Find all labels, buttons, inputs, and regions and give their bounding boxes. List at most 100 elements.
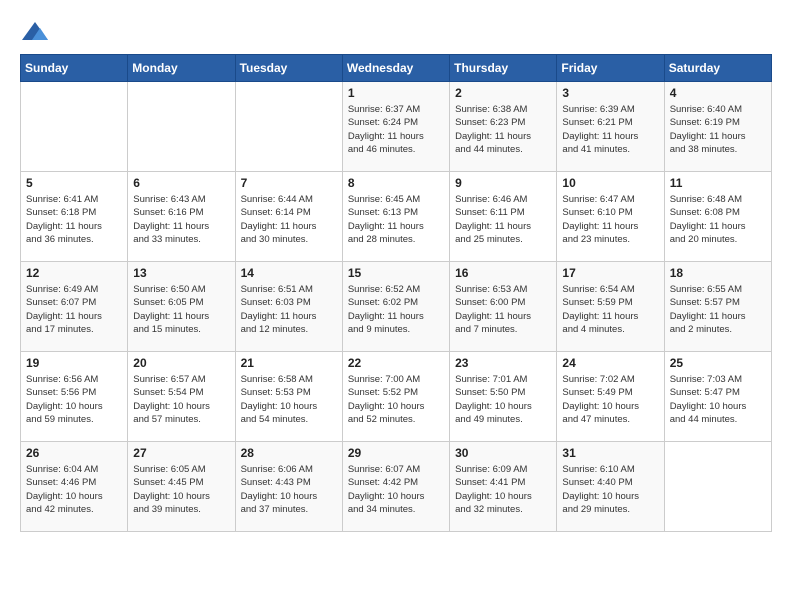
calendar-cell: 23 Sunrise: 7:01 AM Sunset: 5:50 PM Dayli… [450, 352, 557, 442]
day-info: Sunrise: 6:47 AM Sunset: 6:10 PM Dayligh… [562, 193, 658, 246]
logo [20, 20, 54, 44]
day-info: Sunrise: 6:07 AM Sunset: 4:42 PM Dayligh… [348, 463, 444, 516]
calendar-cell: 10 Sunrise: 6:47 AM Sunset: 6:10 PM Dayli… [557, 172, 664, 262]
day-info: Sunrise: 6:38 AM Sunset: 6:23 PM Dayligh… [455, 103, 551, 156]
day-info: Sunrise: 6:49 AM Sunset: 6:07 PM Dayligh… [26, 283, 122, 336]
col-header-wednesday: Wednesday [342, 55, 449, 82]
calendar-cell: 27Sunrise: 6:05 AM Sunset: 4:45 PM Dayli… [128, 442, 235, 532]
calendar-header-row: SundayMondayTuesdayWednesdayThursdayFrid… [21, 55, 772, 82]
day-number: 23 [455, 356, 551, 370]
day-info: Sunrise: 6:10 AM Sunset: 4:40 PM Dayligh… [562, 463, 658, 516]
calendar-cell: 16 Sunrise: 6:53 AM Sunset: 6:00 PM Dayli… [450, 262, 557, 352]
day-info: Sunrise: 6:57 AM Sunset: 5:54 PM Dayligh… [133, 373, 229, 426]
day-info: Sunrise: 6:45 AM Sunset: 6:13 PM Dayligh… [348, 193, 444, 246]
day-info: Sunrise: 7:03 AM Sunset: 5:47 PM Dayligh… [670, 373, 766, 426]
calendar-cell: 22 Sunrise: 7:00 AM Sunset: 5:52 PM Dayli… [342, 352, 449, 442]
calendar-week-2: 12 Sunrise: 6:49 AM Sunset: 6:07 PM Dayli… [21, 262, 772, 352]
calendar-cell [235, 82, 342, 172]
col-header-friday: Friday [557, 55, 664, 82]
calendar-cell: 4 Sunrise: 6:40 AM Sunset: 6:19 PM Daylig… [664, 82, 771, 172]
day-info: Sunrise: 6:04 AM Sunset: 4:46 PM Dayligh… [26, 463, 122, 516]
day-number: 4 [670, 86, 766, 100]
day-number: 13 [133, 266, 229, 280]
day-number: 29 [348, 446, 444, 460]
day-info: Sunrise: 6:40 AM Sunset: 6:19 PM Dayligh… [670, 103, 766, 156]
day-info: Sunrise: 6:37 AM Sunset: 6:24 PM Dayligh… [348, 103, 444, 156]
day-number: 27 [133, 446, 229, 460]
day-number: 21 [241, 356, 337, 370]
day-info: Sunrise: 6:56 AM Sunset: 5:56 PM Dayligh… [26, 373, 122, 426]
calendar-cell [21, 82, 128, 172]
calendar-cell: 6Sunrise: 6:43 AM Sunset: 6:16 PM Daylig… [128, 172, 235, 262]
day-info: Sunrise: 7:01 AM Sunset: 5:50 PM Dayligh… [455, 373, 551, 426]
col-header-saturday: Saturday [664, 55, 771, 82]
day-number: 2 [455, 86, 551, 100]
calendar-cell: 28Sunrise: 6:06 AM Sunset: 4:43 PM Dayli… [235, 442, 342, 532]
day-number: 7 [241, 176, 337, 190]
col-header-thursday: Thursday [450, 55, 557, 82]
day-number: 26 [26, 446, 122, 460]
day-number: 22 [348, 356, 444, 370]
day-number: 12 [26, 266, 122, 280]
day-info: Sunrise: 6:39 AM Sunset: 6:21 PM Dayligh… [562, 103, 658, 156]
day-info: Sunrise: 6:53 AM Sunset: 6:00 PM Dayligh… [455, 283, 551, 336]
day-number: 28 [241, 446, 337, 460]
day-info: Sunrise: 6:51 AM Sunset: 6:03 PM Dayligh… [241, 283, 337, 336]
calendar-table: SundayMondayTuesdayWednesdayThursdayFrid… [20, 54, 772, 532]
day-number: 10 [562, 176, 658, 190]
day-number: 15 [348, 266, 444, 280]
calendar-cell: 7Sunrise: 6:44 AM Sunset: 6:14 PM Daylig… [235, 172, 342, 262]
calendar-cell: 1 Sunrise: 6:37 AM Sunset: 6:24 PM Daylig… [342, 82, 449, 172]
day-number: 6 [133, 176, 229, 190]
day-info: Sunrise: 7:02 AM Sunset: 5:49 PM Dayligh… [562, 373, 658, 426]
calendar-cell: 31 Sunrise: 6:10 AM Sunset: 4:40 PM Dayli… [557, 442, 664, 532]
calendar-cell: 2 Sunrise: 6:38 AM Sunset: 6:23 PM Daylig… [450, 82, 557, 172]
day-number: 5 [26, 176, 122, 190]
day-info: Sunrise: 6:55 AM Sunset: 5:57 PM Dayligh… [670, 283, 766, 336]
calendar-cell: 9 Sunrise: 6:46 AM Sunset: 6:11 PM Daylig… [450, 172, 557, 262]
calendar-week-4: 26 Sunrise: 6:04 AM Sunset: 4:46 PM Dayli… [21, 442, 772, 532]
day-number: 31 [562, 446, 658, 460]
day-info: Sunrise: 6:58 AM Sunset: 5:53 PM Dayligh… [241, 373, 337, 426]
day-number: 1 [348, 86, 444, 100]
calendar-cell: 17 Sunrise: 6:54 AM Sunset: 5:59 PM Dayli… [557, 262, 664, 352]
calendar-body: 1 Sunrise: 6:37 AM Sunset: 6:24 PM Daylig… [21, 82, 772, 532]
calendar-cell: 5 Sunrise: 6:41 AM Sunset: 6:18 PM Daylig… [21, 172, 128, 262]
calendar-cell: 13 Sunrise: 6:50 AM Sunset: 6:05 PM Dayli… [128, 262, 235, 352]
calendar-cell: 19Sunrise: 6:56 AM Sunset: 5:56 PM Dayli… [21, 352, 128, 442]
day-number: 8 [348, 176, 444, 190]
day-number: 25 [670, 356, 766, 370]
day-number: 24 [562, 356, 658, 370]
col-header-sunday: Sunday [21, 55, 128, 82]
calendar-cell: 24 Sunrise: 7:02 AM Sunset: 5:49 PM Dayli… [557, 352, 664, 442]
col-header-monday: Monday [128, 55, 235, 82]
calendar-cell: 15Sunrise: 6:52 AM Sunset: 6:02 PM Dayli… [342, 262, 449, 352]
day-number: 3 [562, 86, 658, 100]
calendar-cell [128, 82, 235, 172]
calendar-cell: 30Sunrise: 6:09 AM Sunset: 4:41 PM Dayli… [450, 442, 557, 532]
day-number: 9 [455, 176, 551, 190]
day-info: Sunrise: 6:54 AM Sunset: 5:59 PM Dayligh… [562, 283, 658, 336]
day-info: Sunrise: 6:50 AM Sunset: 6:05 PM Dayligh… [133, 283, 229, 336]
calendar-week-0: 1 Sunrise: 6:37 AM Sunset: 6:24 PM Daylig… [21, 82, 772, 172]
day-info: Sunrise: 6:48 AM Sunset: 6:08 PM Dayligh… [670, 193, 766, 246]
calendar-cell: 26 Sunrise: 6:04 AM Sunset: 4:46 PM Dayli… [21, 442, 128, 532]
calendar-cell [664, 442, 771, 532]
calendar-cell: 11Sunrise: 6:48 AM Sunset: 6:08 PM Dayli… [664, 172, 771, 262]
calendar-cell: 18 Sunrise: 6:55 AM Sunset: 5:57 PM Dayli… [664, 262, 771, 352]
calendar-cell: 12 Sunrise: 6:49 AM Sunset: 6:07 PM Dayli… [21, 262, 128, 352]
day-number: 17 [562, 266, 658, 280]
col-header-tuesday: Tuesday [235, 55, 342, 82]
day-info: Sunrise: 6:46 AM Sunset: 6:11 PM Dayligh… [455, 193, 551, 246]
day-number: 16 [455, 266, 551, 280]
day-number: 20 [133, 356, 229, 370]
calendar-cell: 3 Sunrise: 6:39 AM Sunset: 6:21 PM Daylig… [557, 82, 664, 172]
page-header [20, 20, 772, 44]
calendar-week-1: 5 Sunrise: 6:41 AM Sunset: 6:18 PM Daylig… [21, 172, 772, 262]
day-info: Sunrise: 6:41 AM Sunset: 6:18 PM Dayligh… [26, 193, 122, 246]
day-info: Sunrise: 7:00 AM Sunset: 5:52 PM Dayligh… [348, 373, 444, 426]
day-number: 18 [670, 266, 766, 280]
calendar-cell: 14 Sunrise: 6:51 AM Sunset: 6:03 PM Dayli… [235, 262, 342, 352]
day-number: 14 [241, 266, 337, 280]
calendar-cell: 29 Sunrise: 6:07 AM Sunset: 4:42 PM Dayli… [342, 442, 449, 532]
